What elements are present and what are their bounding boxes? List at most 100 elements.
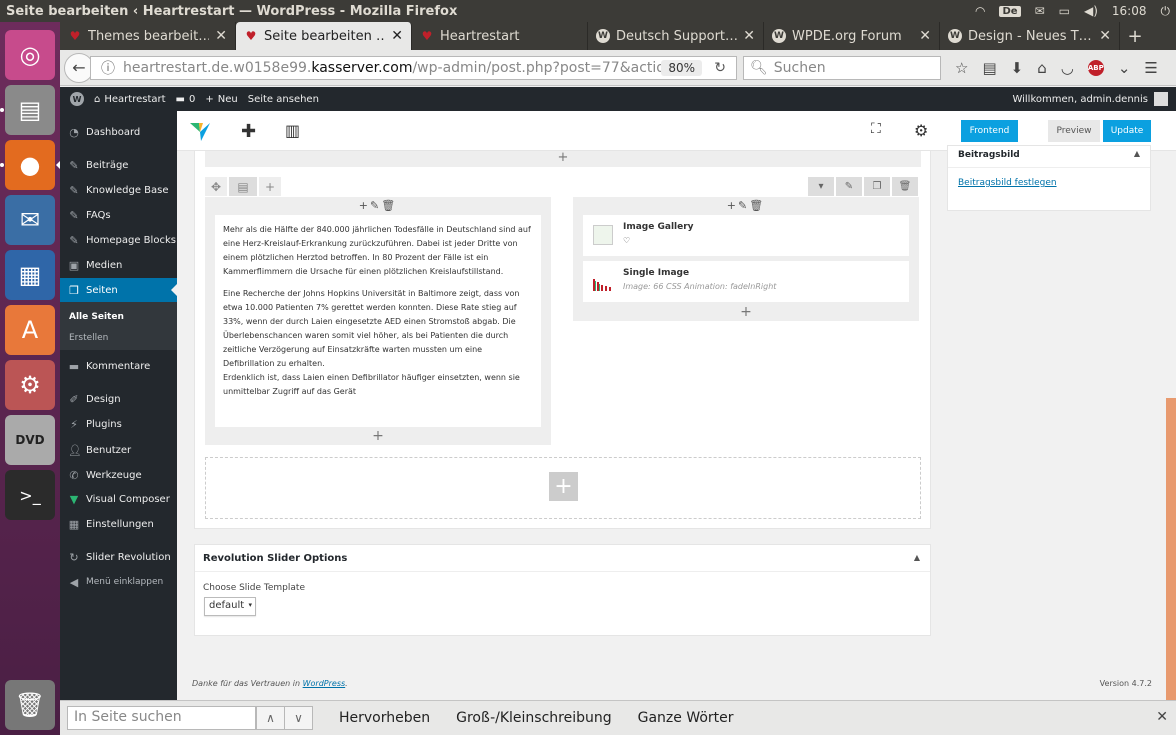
adminbar-view-page[interactable]: Seite ansehen [248,94,319,105]
collapse-toggle-icon[interactable]: ▲ [1134,149,1140,158]
match-case-option[interactable]: Groß-/Kleinschreibung [456,710,612,726]
bookmark-star-icon[interactable]: ☆ [955,59,968,77]
tab-heartrestart[interactable]: ♥ Heartrestart [412,22,588,50]
zoom-indicator[interactable]: 80% [661,59,702,76]
set-featured-image-link[interactable]: Beitragsbild festlegen [958,178,1140,188]
move-icon[interactable]: ✥ [205,177,227,196]
avatar[interactable] [1154,92,1168,106]
volume-icon[interactable]: ◀) [1084,4,1098,18]
hamburger-menu-icon[interactable]: ☰ [1144,59,1157,77]
update-button[interactable]: Update [1103,120,1151,142]
tab-deutsch-support[interactable]: W Deutsch Support… ✕ [588,22,764,50]
reading-list-icon[interactable]: ▤ [982,59,996,77]
download-icon[interactable]: ⬇ [1011,59,1024,77]
menu-item-seiten[interactable]: ❐ Seiten [60,278,177,302]
address-bar[interactable]: ⓘ heartrestart.de.w0158e99. kasserver.com… [90,55,737,80]
find-previous-button[interactable]: ∧ [256,706,285,730]
slide-template-select[interactable]: default ▾ [204,597,256,616]
add-element-plus-icon[interactable]: + [205,151,921,167]
menu-item-beitraege[interactable]: ✎ Beiträge [60,153,177,177]
scrollbar-thumb[interactable] [1166,398,1176,700]
menu-item-benutzer[interactable]: 👤︎ Benutzer [60,438,177,462]
keyboard-layout[interactable]: De [999,5,1021,17]
adminbar-comments[interactable]: ▬ 0 [176,94,196,105]
add-to-column-icon[interactable]: + [205,428,551,444]
menu-item-kommentare[interactable]: ▬ Kommentare [60,354,177,378]
whole-words-option[interactable]: Ganze Wörter [638,710,734,726]
dvd-writer-icon[interactable]: DVD [5,415,55,465]
tab-themes[interactable]: ♥ Themes bearbeit… ✕ [60,22,236,50]
tab-seite-bearbeiten[interactable]: ♥ Seite bearbeiten … ✕ [236,22,412,50]
menu-item-plugins[interactable]: ⚡ Plugins [60,412,177,436]
menu-item-medien[interactable]: ▣ Medien [60,253,177,277]
adblock-icon[interactable]: ABP [1087,59,1104,76]
revslider-header[interactable]: Revolution Slider Options ▲ [195,545,930,572]
gear-icon[interactable]: ⚙ [914,121,928,140]
add-to-column-icon[interactable]: + [573,304,919,320]
menu-item-slider-revolution[interactable]: ↻ Slider Revolution [60,545,177,569]
preview-button[interactable]: Preview [1048,120,1100,142]
close-icon[interactable]: ✕ [1099,28,1111,44]
battery-icon[interactable]: ▭ [1059,4,1070,18]
tab-design-neues[interactable]: W Design - Neues T… ✕ [940,22,1120,50]
add-element-button[interactable]: ✚ [241,121,256,142]
collapse-toggle-icon[interactable]: ▲ [914,553,920,562]
close-icon[interactable]: ✕ [1156,709,1168,725]
column-controls[interactable]: +✎🗑︎ [205,199,551,212]
featured-image-header[interactable]: Beitragsbild ▲ [948,146,1150,168]
close-icon[interactable]: ✕ [391,28,403,44]
wp-logo[interactable]: W [70,92,84,106]
menu-item-homepage-blocks[interactable]: ✎ Homepage Blocks [60,228,177,252]
ubuntu-dash-icon[interactable]: ◎ [5,30,55,80]
home-icon[interactable]: ⌂ [1037,59,1047,77]
fullscreen-icon[interactable]: ⛶ [871,121,881,137]
close-icon[interactable]: ✕ [919,28,931,44]
clock[interactable]: 16:08 [1112,4,1147,18]
firefox-icon[interactable]: ● [5,140,55,190]
frontend-button[interactable]: Frontend [961,120,1018,142]
add-row-dropzone[interactable]: + [205,457,921,519]
submenu-erstellen[interactable]: Erstellen [69,333,108,343]
menu-item-einstellungen[interactable]: ▦ Einstellungen [60,512,177,536]
pocket-icon[interactable]: ◡ [1061,59,1074,77]
edit-icon[interactable]: ✎ [836,177,862,196]
mail-icon[interactable]: ✉ [1035,4,1045,18]
adminbar-new[interactable]: + Neu [205,94,237,105]
templates-button[interactable]: ▥ [285,121,300,140]
clone-icon[interactable]: ❐ [864,177,890,196]
close-icon[interactable]: ✕ [743,28,755,44]
find-input[interactable]: In Seite suchen [67,706,256,730]
menu-item-visual-composer[interactable]: ▼ Visual Composer [60,487,177,511]
submenu-alle-seiten[interactable]: Alle Seiten [69,312,124,322]
row-layout-icon[interactable]: ▤ [229,177,257,196]
delete-icon[interactable]: 🗑︎ [892,177,918,196]
visual-composer-logo-icon[interactable] [189,120,211,142]
reload-icon[interactable]: ↻ [714,60,726,76]
menu-item-knowledge-base[interactable]: ✎ Knowledge Base [60,178,177,202]
text-block[interactable]: Mehr als die Hälfte der 840.000 jährlich… [215,215,541,427]
menu-item-faqs[interactable]: ✎ FAQs [60,203,177,227]
power-icon[interactable]: ⏻ [1161,4,1171,19]
wordpress-link[interactable]: WordPress [303,679,346,688]
thunderbird-icon[interactable]: ✉ [5,195,55,245]
tab-wpde-forum[interactable]: W WPDE.org Forum ✕ [764,22,940,50]
files-icon[interactable]: ▤ [5,85,55,135]
info-icon[interactable]: ⓘ [101,58,115,78]
element-image-gallery[interactable]: Image Gallery ♡ [583,215,909,256]
software-center-icon[interactable]: A [5,305,55,355]
menu-item-werkzeuge[interactable]: ✆ Werkzeuge [60,463,177,487]
terminal-icon[interactable]: >_ [5,470,55,520]
column-controls[interactable]: +✎🗑︎ [573,199,919,212]
adminbar-site[interactable]: ⌂ Heartrestart [94,94,166,105]
menu-item-design[interactable]: ✐ Design [60,387,177,411]
highlight-all-option[interactable]: Hervorheben [339,710,430,726]
add-column-icon[interactable]: + [259,177,281,196]
add-row-plus-icon[interactable]: + [549,472,578,501]
libreoffice-writer-icon[interactable]: ▦ [5,250,55,300]
chevron-down-icon[interactable]: ⌄ [1118,59,1131,77]
system-settings-icon[interactable]: ⚙ [5,360,55,410]
trash-icon[interactable]: 🗑 [5,680,55,730]
new-tab-button[interactable]: + [1120,22,1150,50]
search-box[interactable]: 🔍︎ Suchen [743,55,941,80]
wifi-icon[interactable]: ◠ [975,4,985,18]
